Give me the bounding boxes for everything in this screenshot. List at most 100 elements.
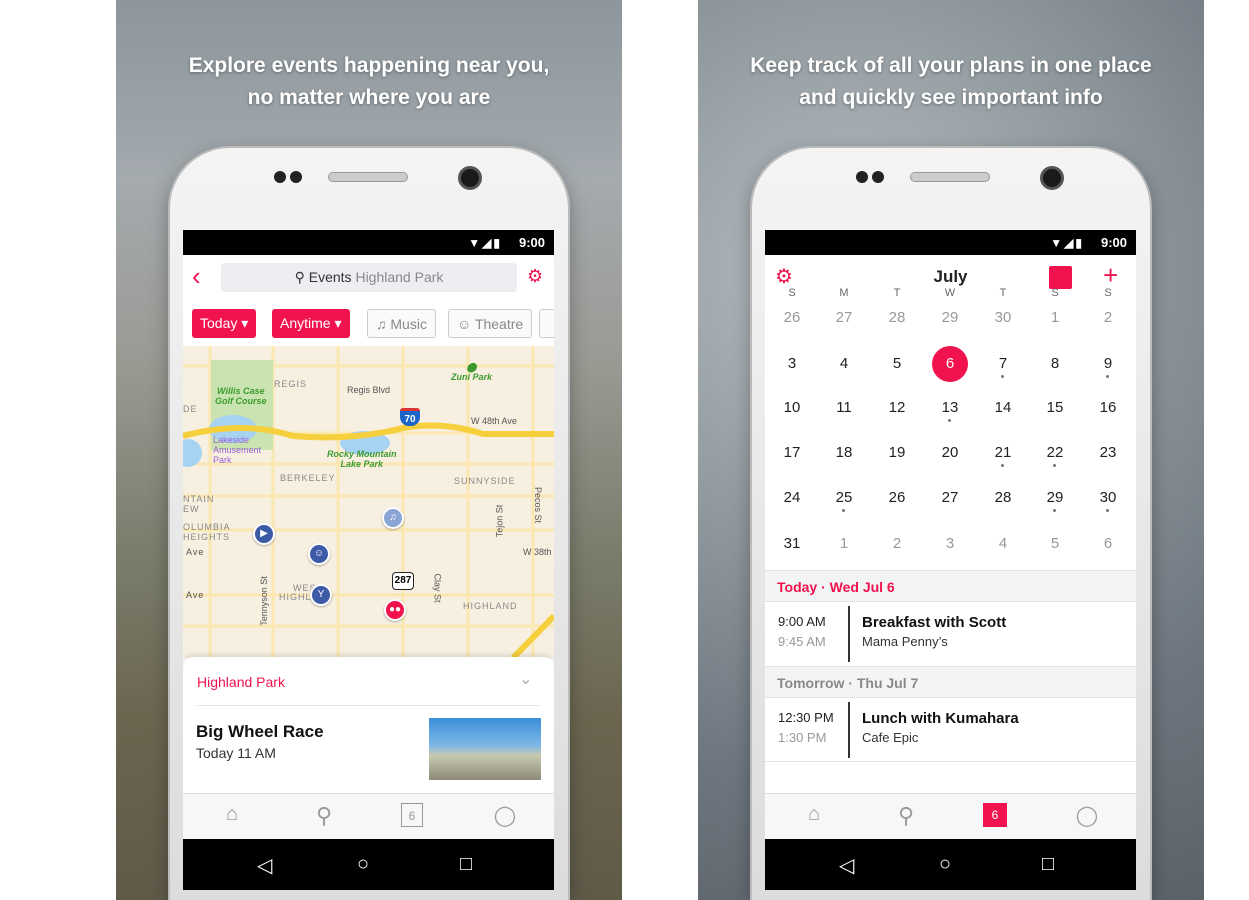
calendar-day[interactable]: 3 (774, 346, 810, 382)
calendar-day[interactable]: 30 (1090, 480, 1126, 516)
chip-more[interactable] (539, 309, 554, 338)
music-pin-icon[interactable]: ♫ (382, 507, 404, 529)
explore-screen: ▼◢▮ 9:00 ‹ ⚲ Events Highland Park ⚙ Today… (183, 230, 554, 890)
theatre-pin-icon[interactable]: ☺ (308, 543, 330, 565)
calendar-day[interactable]: 18 (826, 435, 862, 471)
calendar-day[interactable]: 1 (1037, 300, 1073, 336)
back-nav-icon[interactable]: ◁ (257, 853, 272, 878)
calendar-day[interactable]: 29 (1037, 480, 1073, 516)
explore-headline: Explore events happening near you, no mat… (116, 50, 622, 114)
event-row[interactable]: 9:00 AM 9:45 AM Breakfast with Scott Mam… (765, 602, 1136, 666)
bar-pin-icon[interactable]: Y (310, 584, 332, 606)
calendar-day[interactable]: 20 (932, 435, 968, 471)
day-number: 9 (1103, 355, 1113, 372)
day-number: 5 (1050, 535, 1060, 552)
chip-today[interactable]: Today ▾ (192, 309, 257, 338)
back-icon[interactable]: ‹ (192, 263, 201, 289)
day-number: 4 (839, 355, 849, 372)
day-number: 5 (892, 355, 902, 372)
calendar-day[interactable]: 22 (1037, 435, 1073, 471)
calendar-day[interactable]: 4 (985, 526, 1021, 562)
calendar-day[interactable]: 2 (879, 526, 915, 562)
calendar-day[interactable]: 3 (932, 526, 968, 562)
calendar-icon[interactable]: 6 (401, 803, 423, 827)
search-icon[interactable]: ⚲ (310, 803, 338, 831)
event-dot (1001, 375, 1004, 378)
day-number: 26 (888, 489, 906, 506)
calendar-day[interactable]: 10 (774, 390, 810, 426)
calendar-day[interactable]: 13 (932, 390, 968, 426)
calendar-day[interactable]: 24 (774, 480, 810, 516)
calendar-day[interactable]: 1 (826, 526, 862, 562)
map-label: HEIGHTS (183, 532, 231, 542)
day-number: 29 (1046, 489, 1064, 506)
map-label: NTAIN (183, 494, 215, 504)
home-nav-icon[interactable]: ○ (357, 853, 369, 876)
calendar-day[interactable]: 27 (932, 480, 968, 516)
calendar-day[interactable]: 17 (774, 435, 810, 471)
profile-icon[interactable]: ◯ (1073, 803, 1101, 831)
chevron-down-icon[interactable]: ⌄ (519, 669, 532, 689)
home-icon[interactable]: ⌂ (218, 803, 246, 831)
event-thumbnail[interactable] (429, 718, 541, 780)
map-label: Regis Blvd (347, 385, 391, 395)
calendar-day[interactable]: 11 (826, 390, 862, 426)
calendar-day[interactable]: 28 (985, 480, 1021, 516)
calendar-day[interactable]: 4 (826, 346, 862, 382)
headline-line: and quickly see important info (799, 86, 1103, 109)
calendar-day[interactable]: 5 (879, 346, 915, 382)
calendar-day[interactable]: 16 (1090, 390, 1126, 426)
calendar-day[interactable]: 31 (774, 526, 810, 562)
chip-theatre[interactable]: ☺ Theatre (448, 309, 533, 338)
map-text: Park (213, 455, 232, 465)
map-text: Amusement (213, 445, 262, 455)
calendar-day[interactable]: 21 (985, 435, 1021, 471)
calendar-day[interactable]: 27 (826, 300, 862, 336)
group-pin-icon[interactable]: ●● (384, 599, 406, 621)
calendar-day[interactable]: 9 (1090, 346, 1126, 382)
calendar-day[interactable]: 29 (932, 300, 968, 336)
calendar-day[interactable]: 28 (879, 300, 915, 336)
calendar-day[interactable]: 7 (985, 346, 1021, 382)
home-icon[interactable]: ⌂ (800, 803, 828, 831)
calendar-day[interactable]: 15 (1037, 390, 1073, 426)
calendar-day[interactable]: 30 (985, 300, 1021, 336)
calendar-day[interactable]: 8 (1037, 346, 1073, 382)
calendar-day[interactable]: 5 (1037, 526, 1073, 562)
calendar-day[interactable]: 6 (932, 346, 968, 382)
home-nav-icon[interactable]: ○ (939, 853, 951, 876)
calendar-day[interactable]: 26 (879, 480, 915, 516)
calendar-day[interactable]: 25 (826, 480, 862, 516)
event-card[interactable]: Highland Park ⌄ Big Wheel Race Today 11 … (183, 657, 554, 793)
calendar-day[interactable]: 26 (774, 300, 810, 336)
calendar-day[interactable]: 2 (1090, 300, 1126, 336)
chip-anytime[interactable]: Anytime ▾ (272, 309, 350, 338)
day-number: 11 (836, 399, 852, 416)
chip-music[interactable]: ♫ Music (367, 309, 436, 338)
speaker-grille (328, 172, 408, 182)
event-row[interactable]: 12:30 PM 1:30 PM Lunch with Kumahara Caf… (765, 698, 1136, 762)
back-nav-icon[interactable]: ◁ (839, 853, 854, 878)
calendar-day[interactable]: 19 (879, 435, 915, 471)
map[interactable]: ⬤ Zuni Park Willis Case Golf Course Rocky … (183, 346, 554, 658)
calendar-day[interactable]: 6 (1090, 526, 1126, 562)
day-number: 6 (1103, 535, 1113, 552)
search-icon[interactable]: ⚲ (892, 803, 920, 831)
recents-nav-icon[interactable]: □ (460, 853, 472, 876)
map-label: REGIS (274, 379, 308, 389)
status-time: 9:00 (518, 235, 545, 250)
explore-panel: Explore events happening near you, no mat… (116, 0, 622, 900)
film-pin-icon[interactable]: ▶ (253, 523, 275, 545)
calendar-day[interactable]: 12 (879, 390, 915, 426)
calendar-icon[interactable]: 6 (983, 803, 1007, 827)
calendar-day[interactable]: 23 (1090, 435, 1126, 471)
calendar-day[interactable]: 14 (985, 390, 1021, 426)
amusement-park-label: Lakeside Amusement Park (213, 435, 261, 465)
agenda-view-icon[interactable] (1049, 266, 1072, 289)
recents-nav-icon[interactable]: □ (1042, 853, 1054, 876)
section-header-today: Today · Wed Jul 6 (765, 570, 1136, 602)
chip-label: Music (390, 316, 427, 332)
profile-icon[interactable]: ◯ (491, 803, 519, 831)
search-input[interactable]: ⚲ Events Highland Park (221, 263, 517, 292)
filter-icon[interactable]: ⚙ (527, 266, 543, 287)
